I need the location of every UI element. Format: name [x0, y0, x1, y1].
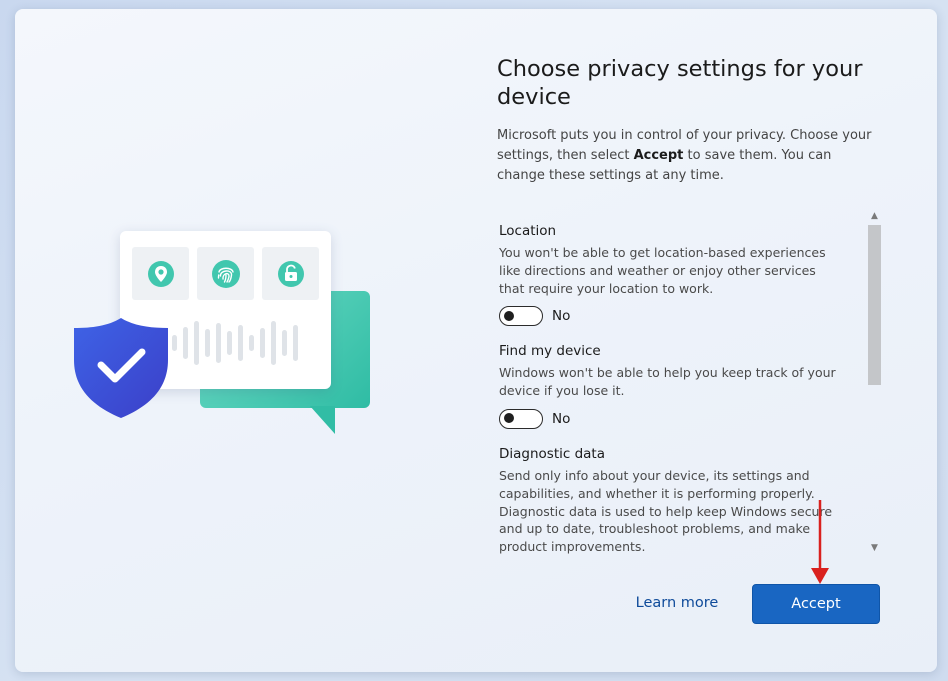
- page-title: Choose privacy settings for your device: [497, 56, 863, 110]
- unlock-icon: [262, 247, 319, 300]
- setting-find-my-device: Find my device Windows won't be able to …: [499, 342, 849, 429]
- setting-diagnostic-data: Diagnostic data Send only info about you…: [499, 445, 849, 556]
- setting-title: Location: [499, 223, 557, 239]
- annotation-arrow-icon: [811, 500, 829, 584]
- setting-location: Location You won't be able to get locati…: [499, 222, 849, 327]
- scroll-down-icon[interactable]: ▼: [867, 541, 882, 556]
- location-toggle[interactable]: [499, 306, 543, 327]
- accept-button[interactable]: Accept: [752, 584, 880, 624]
- setting-description: You won't be able to get location-based …: [499, 245, 826, 296]
- scroll-thumb[interactable]: [868, 225, 881, 385]
- setting-description: Windows won't be able to help you keep t…: [499, 365, 836, 398]
- page-intro: Microsoft puts you in control of your pr…: [497, 128, 872, 183]
- chat-bubble-tail: [310, 406, 335, 434]
- fingerprint-icon: [197, 247, 254, 300]
- location-pin-icon: [132, 247, 189, 300]
- setting-description: Send only info about your device, its se…: [499, 468, 833, 555]
- privacy-illustration: [70, 220, 390, 460]
- toggle-state-label: No: [552, 308, 571, 325]
- shield-check-icon: [70, 316, 172, 420]
- settings-scrollbar[interactable]: ▲ ▼: [867, 209, 882, 556]
- learn-more-link[interactable]: Learn more: [622, 595, 732, 617]
- setting-title: Diagnostic data: [499, 446, 606, 462]
- accept-emphasis: Accept: [633, 148, 684, 163]
- find-my-device-toggle[interactable]: [499, 408, 543, 429]
- setting-title: Find my device: [499, 343, 601, 359]
- toggle-state-label: No: [552, 410, 571, 427]
- scroll-up-icon[interactable]: ▲: [867, 209, 882, 224]
